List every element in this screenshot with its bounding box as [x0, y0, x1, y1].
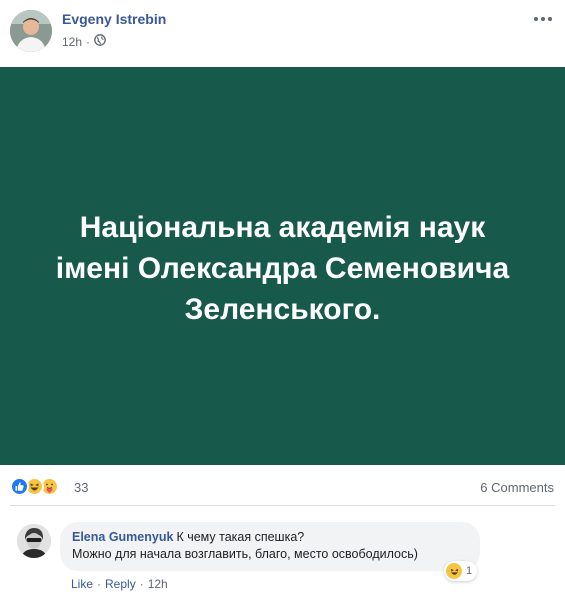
action-separator: ·	[139, 577, 144, 591]
post-header: Evgeny Istrebin 12h ·	[0, 0, 565, 66]
reactions-bar: 33 6 Comments	[0, 465, 565, 505]
like-button[interactable]: Like	[71, 577, 93, 591]
comments-count[interactable]: 6 Comments	[480, 480, 554, 495]
like-icon	[10, 477, 29, 496]
commenter-name[interactable]: Elena Gumenyuk	[72, 530, 173, 544]
globe-icon[interactable]	[94, 34, 106, 49]
comment-bubble: Elena Gumenyuk К чему такая спешка? Можно…	[60, 522, 480, 571]
reaction-icons[interactable]	[10, 477, 59, 497]
comment-reaction-count: 1	[466, 565, 473, 577]
post-meta: 12h ·	[62, 34, 106, 49]
post-time[interactable]: 12h	[62, 35, 82, 49]
comment-actions: Like · Reply · 12h	[71, 577, 168, 591]
more-horizontal-icon[interactable]	[531, 12, 555, 26]
author-avatar[interactable]	[10, 10, 52, 52]
reply-button[interactable]: Reply	[105, 577, 136, 591]
post-image-text: Національна академія наук імені Олександ…	[55, 211, 510, 326]
meta-separator: ·	[86, 34, 91, 49]
post-image[interactable]: Національна академія наук імені Олександ…	[0, 67, 565, 465]
action-separator: ·	[97, 577, 102, 591]
reaction-count[interactable]: 33	[74, 480, 88, 495]
divider	[10, 505, 555, 506]
comment-reaction[interactable]: 1	[444, 561, 478, 581]
comment-time[interactable]: 12h	[148, 577, 168, 591]
commenter-avatar[interactable]	[17, 524, 51, 558]
author-name[interactable]: Evgeny Istrebin	[62, 11, 166, 27]
haha-icon	[446, 563, 462, 579]
